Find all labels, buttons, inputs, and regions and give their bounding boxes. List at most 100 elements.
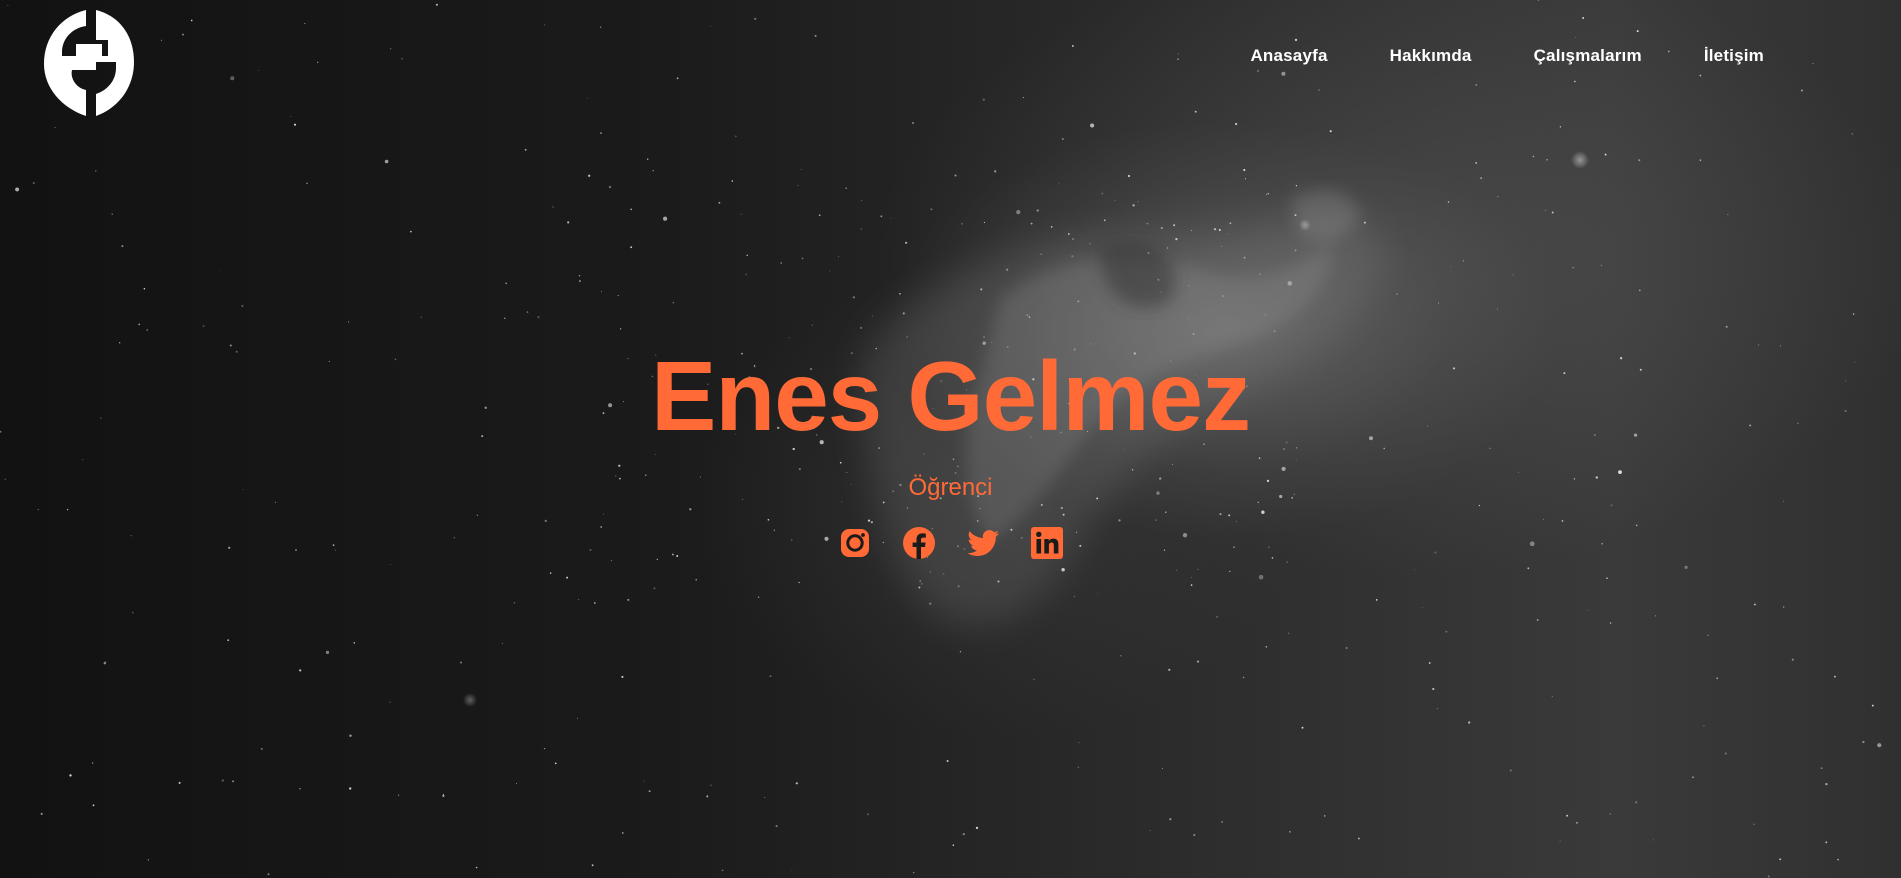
star <box>1301 726 1304 729</box>
star <box>918 586 921 589</box>
star <box>860 326 863 329</box>
star <box>543 747 546 750</box>
star <box>513 602 516 604</box>
star <box>1782 606 1785 608</box>
star <box>1077 766 1080 769</box>
star <box>619 328 622 330</box>
star <box>578 275 581 277</box>
star <box>1537 0 1540 1</box>
star <box>121 245 124 248</box>
star <box>475 866 478 869</box>
star <box>1800 89 1803 92</box>
star <box>1691 776 1695 779</box>
star <box>740 213 742 215</box>
linkedin-link[interactable] <box>1030 526 1064 560</box>
star <box>983 336 985 338</box>
star <box>577 717 579 719</box>
star <box>1286 561 1288 563</box>
star <box>1061 138 1064 140</box>
star <box>959 651 962 653</box>
star <box>537 315 540 319</box>
star <box>524 148 527 151</box>
star <box>1635 801 1638 804</box>
star <box>775 825 778 828</box>
star <box>1512 274 1514 276</box>
star <box>1221 820 1224 823</box>
star <box>160 39 163 41</box>
star <box>1716 677 1719 680</box>
star <box>32 182 35 185</box>
star <box>1445 630 1448 633</box>
star <box>1264 313 1267 316</box>
star <box>146 329 149 331</box>
star <box>1114 200 1116 202</box>
star <box>442 793 444 795</box>
star <box>718 201 721 204</box>
star <box>818 214 821 217</box>
star <box>1176 569 1178 571</box>
facebook-link[interactable] <box>902 526 936 560</box>
star <box>1175 238 1178 241</box>
nav-item-anasayfa[interactable]: Anasayfa <box>1250 46 1327 66</box>
star <box>1375 599 1378 601</box>
star <box>1218 229 1221 231</box>
star <box>220 269 221 271</box>
star <box>795 782 798 785</box>
star <box>1177 58 1179 60</box>
star <box>593 602 596 604</box>
star <box>554 762 557 765</box>
star <box>906 336 908 338</box>
star <box>1329 130 1332 133</box>
nav-item-calismalarim[interactable]: Çalışmalarım <box>1534 46 1642 66</box>
star <box>982 98 985 101</box>
star <box>1036 209 1039 212</box>
star <box>648 790 651 793</box>
star <box>929 571 932 573</box>
star <box>1137 200 1139 203</box>
instagram-link[interactable] <box>838 526 872 560</box>
star <box>1147 252 1150 255</box>
star <box>1213 228 1217 231</box>
nav-item-iletisim[interactable]: İletişim <box>1704 46 1764 66</box>
star <box>1072 237 1075 241</box>
star <box>299 669 302 672</box>
star <box>1101 192 1104 195</box>
star <box>1050 226 1053 228</box>
star <box>1509 769 1512 772</box>
star <box>920 583 923 585</box>
star <box>1016 210 1021 215</box>
star <box>852 296 855 299</box>
star <box>1462 260 1464 262</box>
star <box>757 596 760 598</box>
star <box>587 97 588 99</box>
star <box>91 762 94 764</box>
star <box>599 26 602 28</box>
star <box>578 598 580 600</box>
star <box>1256 69 1260 73</box>
star <box>975 826 979 830</box>
star <box>1294 38 1298 42</box>
star <box>435 3 438 6</box>
star <box>942 572 945 575</box>
social-links <box>0 526 1901 560</box>
star <box>764 796 766 798</box>
star <box>420 316 422 318</box>
twitter-link[interactable] <box>966 526 1000 560</box>
star <box>997 580 1000 583</box>
star <box>147 859 149 861</box>
star <box>1040 253 1042 255</box>
star <box>1837 858 1839 861</box>
star <box>1090 123 1095 128</box>
star <box>1546 159 1548 161</box>
nav-item-hakkimda[interactable]: Hakkımda <box>1390 46 1472 66</box>
star <box>1196 660 1200 663</box>
star <box>1149 829 1151 831</box>
star <box>1265 646 1268 648</box>
star <box>241 304 244 308</box>
star <box>745 273 747 276</box>
star <box>672 301 675 304</box>
eg-monogram-logo[interactable] <box>42 8 136 120</box>
star <box>798 581 800 584</box>
star <box>954 174 957 177</box>
star <box>1127 174 1131 178</box>
